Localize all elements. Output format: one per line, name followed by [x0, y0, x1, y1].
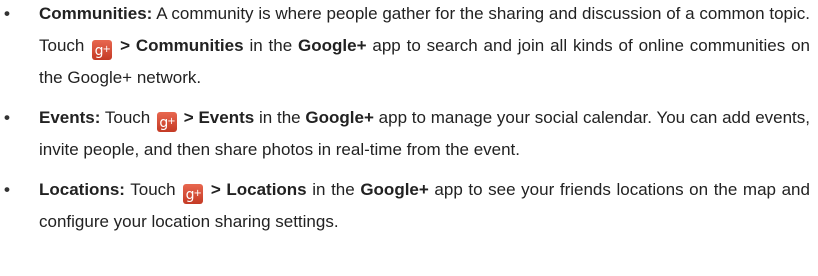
list-item-communities: • Communities: A community is where peop… — [0, 0, 818, 94]
app-name: Google+ — [298, 36, 367, 55]
app-name: Google+ — [360, 180, 429, 199]
bullet: • — [4, 180, 10, 199]
list-item-events: • Events: Touch g+ > Events in the Googl… — [0, 102, 818, 166]
nav-label-locations: > Locations — [205, 180, 307, 199]
item-text: in the — [243, 36, 299, 55]
item-text: Touch — [100, 108, 156, 127]
app-name: Google+ — [305, 108, 374, 127]
nav-label-events: > Events — [179, 108, 255, 127]
term-communities: Communities: — [39, 4, 153, 23]
google-plus-icon: g+ — [92, 40, 113, 60]
item-text: in the — [254, 108, 306, 127]
bullet: • — [4, 4, 10, 23]
google-plus-icon: g+ — [183, 184, 204, 204]
list-item-locations: • Locations: Touch g+ > Locations in the… — [0, 174, 818, 238]
term-events: Events: — [39, 108, 101, 127]
item-text: Touch — [124, 180, 182, 199]
google-plus-icon: g+ — [157, 112, 178, 132]
term-locations: Locations: — [39, 180, 125, 199]
bullet: • — [4, 108, 10, 127]
nav-label-communities: > Communities — [114, 36, 244, 55]
item-text: in the — [306, 180, 361, 199]
document-body: • Communities: A community is where peop… — [0, 0, 818, 238]
